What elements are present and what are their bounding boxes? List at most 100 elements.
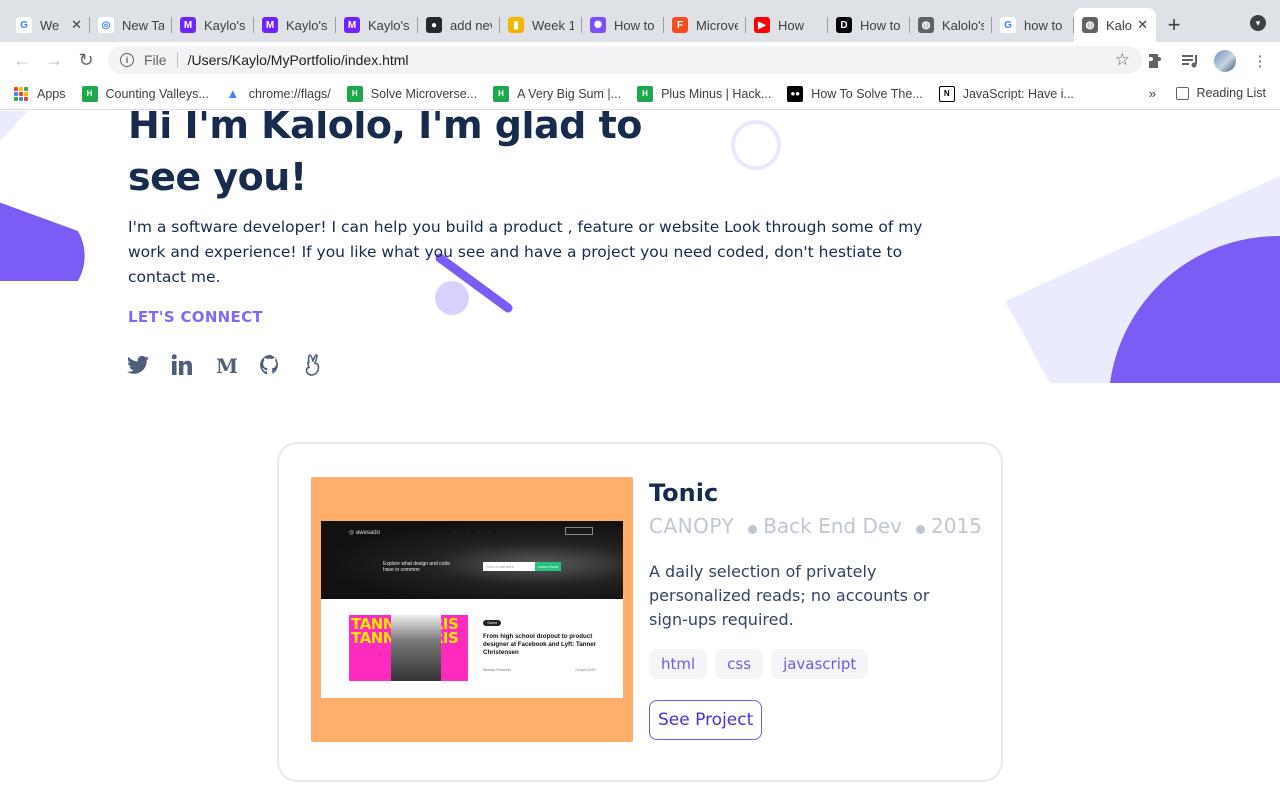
github-icon[interactable] <box>258 353 282 377</box>
project-title: Tonic <box>649 479 719 507</box>
preview-date: 24 April 2019 <box>575 668 596 672</box>
github-icon: ● <box>426 17 442 33</box>
portfolio-page: Hi I'm Kalolo, I'm glad to see you! I'm … <box>0 111 1280 800</box>
url-scheme: File <box>144 52 167 68</box>
browser-tab[interactable]: D How to <box>828 8 910 42</box>
profile-avatar[interactable] <box>1214 50 1236 72</box>
browser-tab[interactable]: ● add nev <box>418 8 500 42</box>
globe-icon: ◍ <box>918 17 934 33</box>
forward-button[interactable]: → <box>38 44 70 76</box>
bookmark-item[interactable]: H Plus Minus | Hack... <box>637 85 771 102</box>
browser-tab[interactable]: ◎ New Ta <box>90 8 172 42</box>
tab-title: How <box>778 17 805 33</box>
browser-tab[interactable]: Ghow to <box>992 8 1074 42</box>
reload-icon: ↻ <box>78 49 94 70</box>
preview-button <box>565 527 593 535</box>
tab-title: Kaylo's <box>368 17 410 33</box>
tab-title: Kaylo's <box>286 17 328 33</box>
tag-html: html <box>649 649 708 679</box>
dev-icon: D <box>836 17 852 33</box>
microverse-icon: M <box>344 17 360 33</box>
arrow-right-icon: → <box>45 49 63 70</box>
reading-list-button[interactable]: Reading List <box>1175 86 1267 100</box>
twitter-icon[interactable] <box>126 353 150 377</box>
hackerrank-icon: H <box>493 85 510 102</box>
microverse-icon: M <box>262 17 278 33</box>
hero-title: Hi I'm Kalolo, I'm glad to see you! <box>128 111 642 199</box>
browser-tab[interactable]: G We ✕ <box>8 8 90 42</box>
bookmark-label: Counting Valleys... <box>105 86 209 101</box>
reading-list-icon <box>1175 86 1189 100</box>
preview-logo: ◎ awesado <box>349 530 380 536</box>
google-icon: G <box>16 17 32 33</box>
bookmark-item[interactable]: ▲ chrome://flags/ <box>225 86 330 102</box>
tab-title: Week 1 <box>532 17 574 33</box>
address-bar[interactable]: i File /Users/Kaylo/MyPortfolio/index.ht… <box>108 46 1142 74</box>
bookmark-label: Apps <box>37 86 66 101</box>
tag-javascript: javascript <box>771 649 869 679</box>
browser-tab[interactable]: M Kaylo's <box>172 8 254 42</box>
figma-icon: F <box>672 17 688 33</box>
tab-title: Kalolo's <box>942 17 984 33</box>
bookmark-star-icon[interactable]: ☆ <box>1115 50 1130 70</box>
url-text[interactable]: /Users/Kaylo/MyPortfolio/index.html <box>188 52 409 68</box>
browser-tab[interactable]: ◍ Kalolo's <box>910 8 992 42</box>
flask-icon: ▲ <box>226 86 240 101</box>
bookmarks-overflow-button[interactable]: » <box>1149 86 1156 101</box>
extensions-puzzle-icon[interactable] <box>1146 51 1166 71</box>
bookmark-label: JavaScript: Have i... <box>962 86 1074 101</box>
bookmark-item[interactable]: H Counting Valleys... <box>81 85 209 102</box>
bookmark-item[interactable]: ●● How To Solve The... <box>787 85 923 102</box>
browser-tab[interactable]: ▮ Week 1 <box>500 8 582 42</box>
browser-tab[interactable]: ◍ Kalo ✕ <box>1074 8 1156 42</box>
tab-search-icon[interactable]: ▾ <box>1250 15 1266 31</box>
menu-kebab-icon[interactable]: ⋮ <box>1250 51 1270 71</box>
info-icon[interactable]: i <box>120 53 134 67</box>
hackerrank-icon: H <box>81 85 98 102</box>
linkedin-icon[interactable] <box>170 353 194 377</box>
tab-title: We <box>40 17 60 33</box>
angellist-icon[interactable] <box>302 353 326 377</box>
media-queue-icon[interactable] <box>1180 51 1200 71</box>
project-meta: CANOPY Back End Dev 2015 <box>649 514 982 538</box>
tab-title: How to <box>860 17 901 33</box>
meta-dot <box>748 524 758 534</box>
meta-dot <box>916 524 926 534</box>
bookmark-item[interactable]: H Solve Microverse... <box>346 85 477 102</box>
close-tab-icon[interactable]: ✕ <box>1137 17 1148 33</box>
reload-button[interactable]: ↻ <box>70 44 102 76</box>
back-button[interactable]: ← <box>6 44 38 76</box>
bookmark-item[interactable]: H A Very Big Sum |... <box>493 85 622 102</box>
google-slides-icon: ▮ <box>508 17 524 33</box>
medium-icon[interactable]: M <box>214 353 238 377</box>
project-role: Back End Dev <box>763 514 903 538</box>
bookmark-label: How To Solve The... <box>811 86 923 101</box>
browser-tab[interactable]: ▶ How <box>746 8 828 42</box>
gear-flower-icon: ✺ <box>590 17 606 33</box>
reading-list-label: Reading List <box>1196 86 1267 100</box>
browser-tab[interactable]: ✺ How to <box>582 8 664 42</box>
preview-input: Your email here <box>483 562 535 571</box>
lets-connect-link[interactable]: LET'S CONNECT <box>128 308 263 326</box>
browser-tab[interactable]: F Microve <box>664 8 746 42</box>
project-tags: html css javascript <box>649 649 869 679</box>
project-card: ◎ awesado ...... Explore what design and… <box>277 442 1003 782</box>
browser-tab[interactable]: M Kaylo's <box>336 8 418 42</box>
bookmark-item[interactable]: N JavaScript: Have i... <box>938 85 1074 102</box>
new-tab-button[interactable]: + <box>1156 8 1192 42</box>
browser-tab[interactable]: M Kaylo's <box>254 8 336 42</box>
tab-title: how to <box>1024 17 1063 33</box>
tab-title: Microve <box>696 17 738 33</box>
medium-icon: ●● <box>787 85 804 102</box>
project-thumbnail[interactable]: ◎ awesado ...... Explore what design and… <box>311 477 633 742</box>
project-description: A daily selection of privately personali… <box>649 562 930 629</box>
apps-grid-icon <box>14 86 28 101</box>
preview-portrait <box>391 615 441 681</box>
arrow-left-icon: ← <box>13 49 31 70</box>
chrome-icon: ◎ <box>98 17 114 33</box>
bookmark-label: A Very Big Sum |... <box>517 86 622 101</box>
bookmark-item[interactable]: Apps <box>14 86 66 101</box>
see-project-button[interactable]: See Project <box>649 700 763 740</box>
close-tab-icon[interactable]: ✕ <box>71 17 82 33</box>
microverse-icon: M <box>180 17 196 33</box>
